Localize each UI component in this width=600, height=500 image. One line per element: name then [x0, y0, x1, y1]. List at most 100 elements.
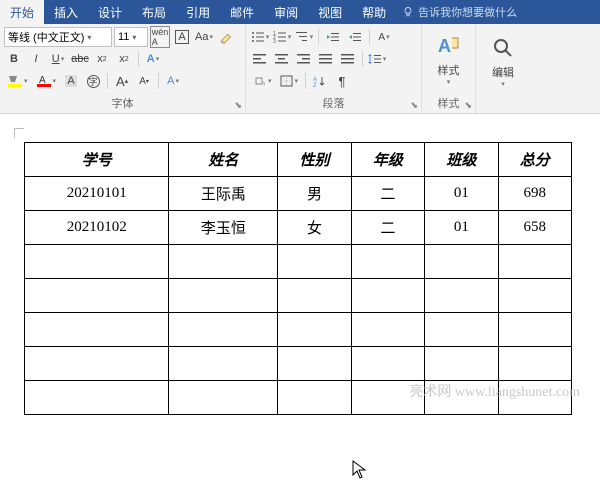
subscript-button[interactable]: x2	[92, 49, 112, 69]
asian-layout-button[interactable]: A▾	[374, 27, 394, 47]
superscript-button[interactable]: x2	[114, 49, 134, 69]
increase-indent-button[interactable]	[345, 27, 365, 47]
font-name-combo[interactable]: 等线 (中文正文)▾	[4, 27, 112, 47]
numbering-button[interactable]: 123▾	[272, 27, 292, 47]
tab-insert[interactable]: 插入	[44, 0, 88, 24]
table-cell[interactable]	[425, 347, 498, 381]
styles-dialog-launcher[interactable]: ⬊	[464, 100, 472, 111]
table-row[interactable]	[25, 347, 572, 381]
table-cell[interactable]	[25, 381, 169, 415]
tab-view[interactable]: 视图	[308, 0, 352, 24]
font-size-combo[interactable]: 11▾	[114, 27, 148, 47]
table-cell[interactable]	[169, 313, 278, 347]
table-cell[interactable]	[25, 245, 169, 279]
table-cell[interactable]	[278, 381, 351, 415]
tab-review[interactable]: 审阅	[264, 0, 308, 24]
table-row[interactable]	[25, 245, 572, 279]
table-cell[interactable]: 20210102	[25, 211, 169, 245]
grow-font-button[interactable]: A▴	[112, 71, 132, 91]
table-cell[interactable]	[25, 279, 169, 313]
tab-home[interactable]: 开始	[0, 0, 44, 24]
font-color-button[interactable]: A▾	[33, 71, 60, 91]
strikethrough-button[interactable]: abc	[70, 49, 90, 69]
table-cell[interactable]	[425, 313, 498, 347]
table-cell[interactable]	[169, 279, 278, 313]
table-cell[interactable]: 二	[351, 211, 424, 245]
show-marks-button[interactable]: ¶	[332, 71, 352, 91]
table-header[interactable]: 姓名	[169, 143, 278, 177]
align-justify-button[interactable]	[316, 49, 336, 69]
table-cell[interactable]	[498, 313, 571, 347]
table-row[interactable]: 20210101王际禹男二01698	[25, 177, 572, 211]
decrease-indent-button[interactable]	[323, 27, 343, 47]
tab-design[interactable]: 设计	[88, 0, 132, 24]
text-effects-button[interactable]: A▾	[143, 49, 163, 69]
table-cell[interactable]: 20210101	[25, 177, 169, 211]
table-row[interactable]	[25, 313, 572, 347]
table-cell[interactable]: 女	[278, 211, 351, 245]
align-distributed-button[interactable]	[338, 49, 358, 69]
italic-button[interactable]: I	[26, 49, 46, 69]
multilevel-list-button[interactable]: ▾	[294, 27, 314, 47]
styles-button[interactable]: A 样式 ▾	[422, 24, 475, 94]
table-cell[interactable]	[278, 245, 351, 279]
shrink-font-button[interactable]: A▾	[134, 71, 154, 91]
tab-help[interactable]: 帮助	[352, 0, 396, 24]
align-right-button[interactable]	[294, 49, 314, 69]
line-spacing-button[interactable]: ▾	[367, 49, 387, 69]
table-header[interactable]: 性别	[278, 143, 351, 177]
table-cell[interactable]	[278, 313, 351, 347]
table-header[interactable]: 班级	[425, 143, 498, 177]
table-cell[interactable]	[351, 347, 424, 381]
table-header[interactable]: 学号	[25, 143, 169, 177]
character-shading-button[interactable]: A	[61, 71, 81, 91]
table-cell[interactable]: 二	[351, 177, 424, 211]
table-cell[interactable]: 男	[278, 177, 351, 211]
bold-button[interactable]: B	[4, 49, 24, 69]
align-center-button[interactable]	[272, 49, 292, 69]
font-dialog-launcher[interactable]: ⬊	[234, 100, 242, 111]
table-header[interactable]: 年级	[351, 143, 424, 177]
table-row[interactable]: 20210102李玉恒女二01658	[25, 211, 572, 245]
change-case-button[interactable]: Aa▾	[194, 27, 214, 47]
table-cell[interactable]	[278, 347, 351, 381]
clear-formatting-button[interactable]	[216, 27, 236, 47]
align-left-button[interactable]	[250, 49, 270, 69]
table-cell[interactable]	[169, 245, 278, 279]
table-cell[interactable]: 王际禹	[169, 177, 278, 211]
table-cell[interactable]	[425, 245, 498, 279]
tab-layout[interactable]: 布局	[132, 0, 176, 24]
document-area[interactable]: 学号姓名性别年级班级总分 20210101王际禹男二0169820210102李…	[0, 114, 600, 415]
table-header[interactable]: 总分	[498, 143, 571, 177]
char-scale-button[interactable]: A▾	[163, 71, 183, 91]
table-row[interactable]	[25, 279, 572, 313]
table-cell[interactable]	[425, 279, 498, 313]
borders-button[interactable]: ▾	[277, 71, 302, 91]
table-cell[interactable]: 698	[498, 177, 571, 211]
table-cell[interactable]	[25, 313, 169, 347]
table-cell[interactable]	[351, 245, 424, 279]
paragraph-dialog-launcher[interactable]: ⬊	[410, 100, 418, 111]
data-table[interactable]: 学号姓名性别年级班级总分 20210101王际禹男二0169820210102李…	[24, 142, 572, 415]
table-cell[interactable]	[25, 347, 169, 381]
underline-button[interactable]: U▾	[48, 49, 68, 69]
sort-button[interactable]: AZ	[310, 71, 330, 91]
highlight-color-button[interactable]: ▾	[4, 71, 31, 91]
bullets-button[interactable]: ▾	[250, 27, 270, 47]
table-cell[interactable]	[351, 279, 424, 313]
tab-references[interactable]: 引用	[176, 0, 220, 24]
character-border-button[interactable]: A	[172, 27, 192, 47]
table-cell[interactable]: 01	[425, 177, 498, 211]
tab-mailings[interactable]: 邮件	[220, 0, 264, 24]
table-cell[interactable]	[169, 347, 278, 381]
table-cell[interactable]	[351, 313, 424, 347]
table-cell[interactable]	[498, 245, 571, 279]
enclose-characters-button[interactable]: 字	[83, 71, 103, 91]
table-cell[interactable]: 01	[425, 211, 498, 245]
editing-button[interactable]: 编辑 ▾	[476, 24, 530, 98]
table-cell[interactable]: 658	[498, 211, 571, 245]
phonetic-guide-button[interactable]: wénA	[150, 27, 170, 47]
shading-button[interactable]: ▾	[250, 71, 275, 91]
tell-me-search[interactable]: 告诉我你想要做什么	[396, 0, 600, 24]
table-cell[interactable]: 李玉恒	[169, 211, 278, 245]
